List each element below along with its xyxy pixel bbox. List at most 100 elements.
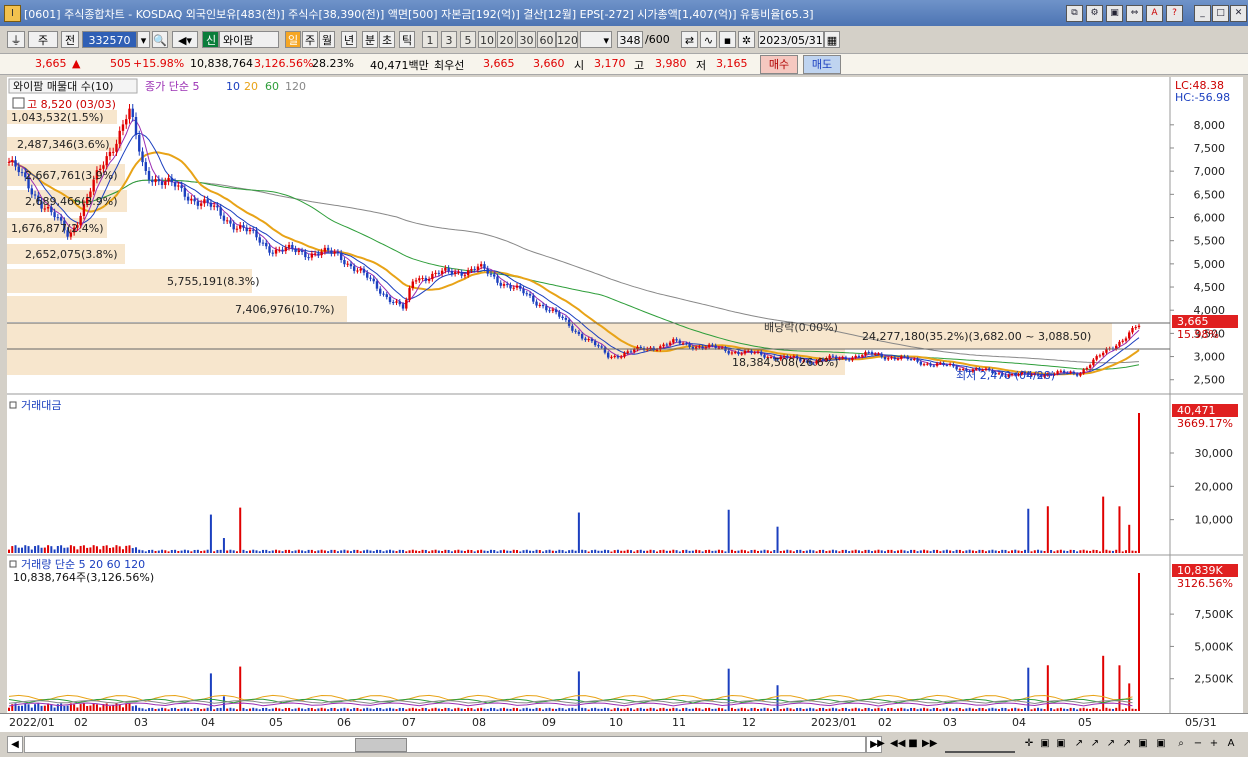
panel-icon[interactable]: [9, 560, 17, 568]
volume-bar: [877, 707, 880, 711]
box-icon[interactable]: ▣: [1038, 736, 1052, 751]
candle-body: [913, 358, 916, 360]
volume-bar: [375, 707, 378, 711]
market-type-select[interactable]: 주: [28, 31, 58, 48]
stop-icon[interactable]: ■: [906, 736, 920, 751]
volume-bar: [232, 708, 235, 711]
interval-20[interactable]: 20: [497, 31, 516, 48]
volume-bar: [301, 708, 304, 711]
scroll-thumb[interactable]: [355, 738, 407, 752]
amount-bar: [636, 550, 639, 553]
compare-icon[interactable]: ⇄: [681, 31, 698, 48]
volume-bar: [1079, 708, 1082, 711]
stock-info-icon[interactable]: ⏚: [7, 31, 25, 48]
box-icon[interactable]: ▣: [1154, 736, 1168, 751]
indicator-icon[interactable]: ∿: [700, 31, 717, 48]
link-icon[interactable]: ⧉: [1066, 5, 1083, 22]
volume-bar: [838, 709, 841, 711]
zoom-out-icon[interactable]: −: [1192, 736, 1204, 751]
close-icon[interactable]: ✕: [1230, 5, 1247, 22]
amount-bar: [476, 550, 479, 553]
candle-body: [733, 352, 737, 354]
window-icon[interactable]: ▣: [1106, 5, 1123, 22]
count-input[interactable]: 348: [617, 31, 643, 48]
zoom-in-icon[interactable]: +: [1208, 736, 1220, 751]
amount-bar: [626, 549, 629, 553]
interval-3[interactable]: 3: [441, 31, 457, 48]
interval-30[interactable]: 30: [517, 31, 536, 48]
amount-last: 40,471: [1177, 404, 1216, 417]
zoom-slider[interactable]: [945, 736, 1015, 753]
pin-icon[interactable]: ⇔: [1126, 5, 1143, 22]
box-icon[interactable]: ▣: [1054, 736, 1068, 751]
interval-custom-select[interactable]: ▾: [580, 31, 612, 48]
tab-tick[interactable]: 틱: [399, 31, 415, 48]
x-label: 05: [269, 716, 283, 729]
amount-bar: [786, 549, 789, 553]
crosshair-icon[interactable]: ✛: [1022, 736, 1036, 751]
volume-bar: [476, 708, 479, 711]
volume-bar: [965, 708, 968, 711]
tab-second[interactable]: 초: [379, 31, 395, 48]
speaker-icon[interactable]: ◀▾: [172, 31, 198, 48]
candle-body: [528, 293, 532, 296]
date-input[interactable]: 2023/05/31: [758, 31, 824, 48]
tab-day[interactable]: 일: [285, 31, 301, 48]
search-icon[interactable]: 🔍: [152, 31, 168, 48]
candle-body: [1137, 325, 1141, 328]
volume-bar: [395, 709, 398, 711]
minimize-icon[interactable]: _: [1194, 5, 1211, 22]
stock-chart[interactable]: 1,043,532(1.5%) 2,487,346(3.6%) 2,667,761(…: [7, 77, 1243, 713]
amount-bar: [369, 550, 372, 553]
prev-button[interactable]: 전: [61, 31, 79, 48]
line-tool-icon[interactable]: ↗: [1072, 736, 1086, 751]
amount-bar: [802, 551, 805, 553]
sell-button[interactable]: 매도: [803, 55, 841, 74]
interval-120[interactable]: 120: [556, 31, 578, 48]
box-icon[interactable]: ▣: [1136, 736, 1150, 751]
line-tool-icon[interactable]: ↗: [1104, 736, 1118, 751]
interval-10[interactable]: 10: [478, 31, 496, 48]
fast-forward-icon[interactable]: ▶▶: [922, 736, 937, 751]
amount-bar: [294, 550, 297, 553]
volume-bar: [1024, 707, 1027, 711]
interval-1[interactable]: 1: [422, 31, 438, 48]
volume-bar: [835, 708, 838, 711]
help-icon[interactable]: ?: [1166, 5, 1183, 22]
amount-bar: [141, 550, 144, 553]
interval-5[interactable]: 5: [460, 31, 476, 48]
volume-profile-label: 2,689,466(3.9%): [25, 195, 118, 208]
zoom-icon[interactable]: ⌕: [1174, 736, 1188, 751]
config-icon[interactable]: ✲: [738, 31, 755, 48]
stock-name-field[interactable]: 와이팜: [219, 31, 279, 48]
tab-month[interactable]: 월: [319, 31, 335, 48]
buy-button[interactable]: 매수: [760, 55, 798, 74]
calendar-icon[interactable]: ▦: [824, 31, 840, 48]
chart-area[interactable]: 1,043,532(1.5%) 2,487,346(3.6%) 2,667,761(…: [7, 77, 1243, 713]
text-tool-icon[interactable]: A: [1224, 736, 1238, 751]
rewind-icon[interactable]: ◀◀: [890, 736, 905, 751]
line-tool-icon[interactable]: ↗: [1120, 736, 1134, 751]
amount-bar: [1089, 550, 1092, 553]
amount-bar: [545, 550, 548, 553]
tab-week[interactable]: 주: [302, 31, 318, 48]
tab-year[interactable]: 년: [341, 31, 357, 48]
code-dropdown-icon[interactable]: ▾: [137, 31, 150, 48]
horizontal-scrollbar[interactable]: [24, 736, 866, 753]
save-icon[interactable]: ▪: [719, 31, 736, 48]
font-icon[interactable]: A: [1146, 5, 1163, 22]
volume-bar: [157, 708, 160, 711]
line-tool-icon[interactable]: ↗: [1088, 736, 1102, 751]
grid-icon[interactable]: [12, 97, 25, 109]
panel-icon[interactable]: [9, 401, 17, 409]
play-icon[interactable]: ▶: [874, 736, 888, 751]
interval-60[interactable]: 60: [537, 31, 556, 48]
stock-code-input[interactable]: 332570: [82, 31, 137, 48]
amount-bar: [864, 549, 867, 553]
amount-bar: [21, 547, 24, 553]
settings-icon[interactable]: ⚙: [1086, 5, 1103, 22]
maximize-icon[interactable]: □: [1212, 5, 1229, 22]
amount-bar: [1076, 551, 1079, 553]
scroll-left-icon[interactable]: ◀: [7, 736, 23, 753]
tab-minute[interactable]: 분: [362, 31, 378, 48]
